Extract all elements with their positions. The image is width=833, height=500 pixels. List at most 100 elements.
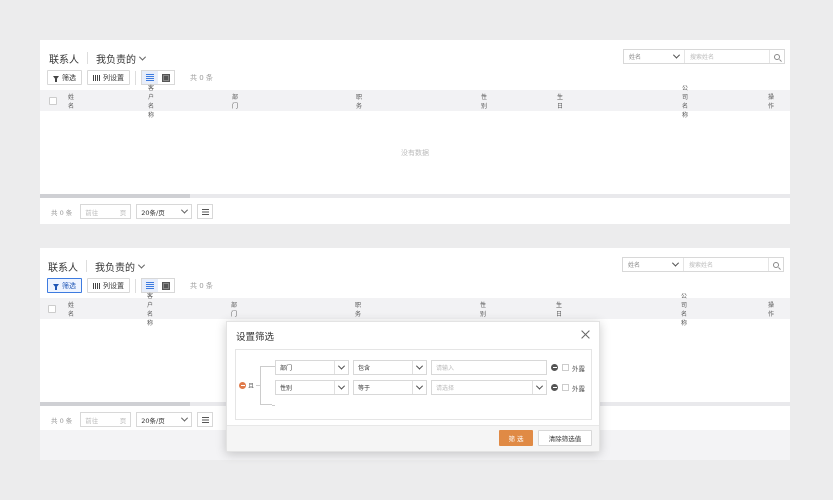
toolbar: 筛选 列设置 共 0 条	[47, 69, 213, 86]
condition-group: 且 部门 包含 请输入 外露 性别 等于 请选择 外露	[235, 349, 592, 437]
select-all-checkbox[interactable]	[48, 304, 56, 313]
scrollbar-thumb[interactable]	[40, 402, 190, 406]
operator-select[interactable]: 包含	[353, 360, 427, 375]
field-value: 部门	[280, 365, 293, 372]
table-icon	[162, 73, 170, 82]
filter-dialog: 设置筛选 且 部门 包含 请输入 外露 性别 等于 请选择 外露 筛 选 清除筛…	[226, 321, 600, 452]
filter-button[interactable]: 筛选	[47, 70, 82, 85]
remove-condition-icon[interactable]	[551, 364, 558, 371]
chevron-down-icon	[671, 259, 680, 267]
value-input[interactable]: 请输入	[431, 360, 547, 375]
page-size-label: 20条/页	[141, 208, 165, 217]
search-bar: 姓名 搜索姓名	[623, 49, 785, 64]
filter-button[interactable]: 筛选	[47, 278, 82, 293]
dialog-footer: 筛 选 清除筛选值	[227, 425, 599, 451]
logic-toggle[interactable]: 且	[239, 381, 254, 390]
header: 联系人 我负责的	[48, 258, 146, 274]
header: 联系人 我负责的	[49, 50, 147, 66]
close-icon[interactable]	[581, 330, 590, 339]
filter-icon	[53, 75, 59, 82]
search-input[interactable]: 搜索姓名	[685, 50, 769, 63]
columns-icon	[93, 282, 100, 289]
chevron-down-icon	[415, 362, 424, 370]
operator-value: 等于	[358, 385, 371, 392]
column-label: 部门	[231, 301, 238, 318]
goto-page-input[interactable]: 前往 页	[80, 412, 132, 427]
apply-filter-button[interactable]: 筛 选	[499, 430, 533, 446]
chevron-down-icon	[337, 362, 346, 370]
pagination-total: 共 0 条	[51, 208, 73, 217]
chevron-down-icon	[138, 53, 147, 61]
list-icon	[146, 282, 154, 289]
goto-page-input[interactable]: 前往 页	[80, 204, 132, 219]
checkbox[interactable]	[562, 384, 569, 391]
operator-value: 包含	[358, 365, 371, 372]
column-label: 生日	[557, 93, 564, 110]
search-button[interactable]	[769, 50, 784, 63]
page-size-select[interactable]: 20条/页	[136, 204, 193, 219]
table-header: 姓名 客户名称 部门 职务 性别 生日 公司名称 操作	[40, 85, 790, 119]
horizontal-scrollbar[interactable]	[40, 194, 790, 198]
pagination-menu-button[interactable]	[197, 204, 214, 219]
scrollbar-thumb[interactable]	[40, 194, 190, 198]
condition-row: 性别 等于 请选择 外露	[275, 380, 585, 395]
remove-condition-icon[interactable]	[551, 384, 558, 391]
menu-icon	[201, 416, 209, 423]
chevron-down-icon	[181, 414, 189, 422]
column-label: 客户名称	[148, 84, 155, 119]
bracket-connector	[272, 405, 275, 406]
column-label: 姓名	[68, 93, 75, 110]
column-label: 职务	[355, 301, 362, 318]
search-field-label: 姓名	[629, 54, 642, 61]
column-label: 姓名	[68, 301, 75, 318]
pagination-menu-button[interactable]	[197, 412, 214, 427]
page-size-label: 20条/页	[141, 416, 165, 425]
goto-prefix: 前往	[85, 416, 99, 425]
chevron-down-icon	[672, 51, 681, 59]
divider	[135, 70, 136, 85]
column-settings-button[interactable]: 列设置	[87, 70, 130, 85]
pagination: 共 0 条 前往 页 20条/页	[51, 203, 214, 220]
view-selector[interactable]: 我负责的	[95, 259, 146, 274]
field-select[interactable]: 部门	[275, 360, 349, 375]
column-label: 性别	[481, 93, 488, 110]
column-label: 客户名称	[147, 292, 154, 327]
page-title: 联系人	[48, 262, 78, 274]
dialog-title: 设置筛选	[236, 332, 275, 343]
search-input[interactable]: 搜索姓名	[684, 258, 768, 271]
select-all-checkbox[interactable]	[49, 96, 57, 105]
remove-group-icon[interactable]	[239, 382, 246, 389]
page-title: 联系人	[49, 54, 79, 66]
expose-checkbox[interactable]: 外露	[562, 363, 585, 373]
expose-label: 外露	[572, 364, 585, 373]
list-icon	[146, 74, 154, 81]
column-settings-label: 列设置	[103, 73, 124, 82]
grid-view-button[interactable]	[158, 279, 174, 292]
column-label: 性别	[480, 301, 487, 318]
column-label: 生日	[556, 301, 563, 318]
search-field-select[interactable]: 姓名	[624, 50, 685, 63]
expose-checkbox[interactable]: 外露	[562, 383, 585, 393]
search-field-label: 姓名	[628, 262, 641, 269]
chevron-down-icon	[181, 206, 189, 214]
column-label: 公司名称	[681, 292, 688, 327]
expose-label: 外露	[572, 384, 585, 393]
checkbox[interactable]	[562, 364, 569, 371]
clear-filter-button[interactable]: 清除筛选值	[538, 430, 592, 446]
column-settings-button[interactable]: 列设置	[87, 278, 130, 293]
goto-suffix: 页	[119, 416, 127, 425]
field-select[interactable]: 性别	[275, 380, 349, 395]
search-field-select[interactable]: 姓名	[623, 258, 684, 271]
grid-view-button[interactable]	[158, 71, 174, 84]
search-button[interactable]	[768, 258, 783, 271]
view-selector[interactable]: 我负责的	[96, 51, 147, 66]
search-icon	[773, 261, 779, 268]
value-select[interactable]: 请选择	[431, 380, 547, 395]
page-size-select[interactable]: 20条/页	[136, 412, 193, 427]
filter-button-label: 筛选	[62, 73, 76, 82]
logic-label: 且	[248, 383, 255, 390]
record-count: 共 0 条	[190, 281, 213, 290]
divider	[135, 278, 136, 293]
column-settings-label: 列设置	[103, 281, 124, 290]
operator-select[interactable]: 等于	[353, 380, 427, 395]
